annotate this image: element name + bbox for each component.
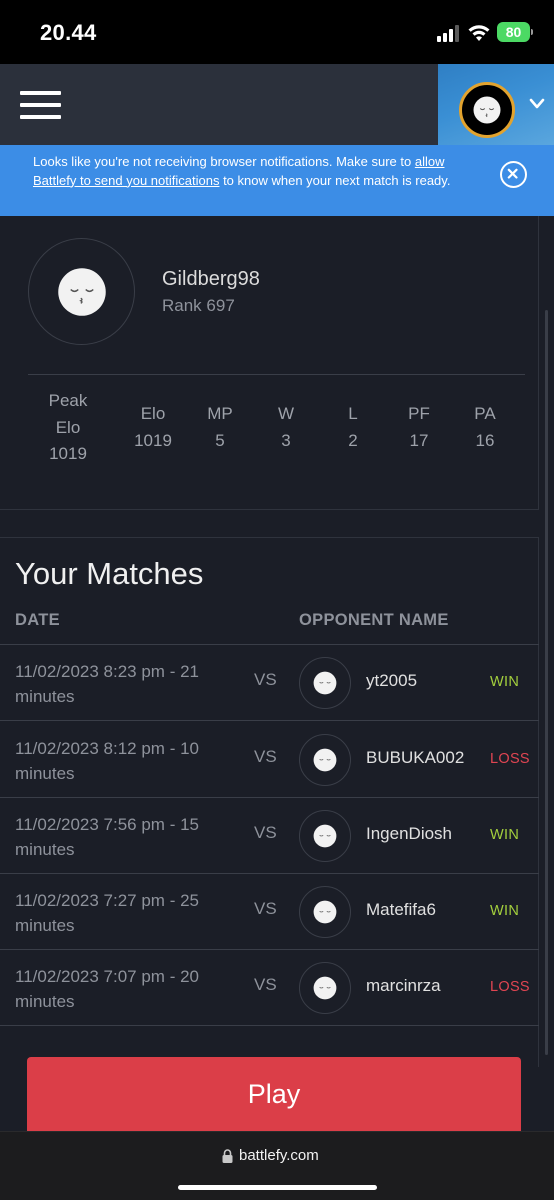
match-result: WIN [490, 674, 520, 690]
avatar-face-icon [473, 96, 501, 124]
stat-label: Peak [48, 391, 88, 410]
signal-icon [437, 25, 461, 42]
opponent-avatar[interactable] [299, 962, 351, 1014]
opponent-name[interactable]: BUBUKA002 [366, 748, 464, 768]
match-result: LOSS [490, 751, 530, 767]
stat-value: 2 [348, 430, 358, 450]
stat-label: MP [207, 404, 233, 423]
avatar-face-icon [313, 748, 337, 772]
opponent-avatar[interactable] [299, 886, 351, 938]
rank: Rank 697 [162, 296, 235, 315]
avatar-face-icon [313, 976, 337, 1000]
avatar-face-icon [57, 267, 106, 316]
vs-label: VS [254, 975, 277, 994]
opponent-avatar[interactable] [299, 810, 351, 862]
stat-value: 1019 [134, 430, 172, 450]
stat-pf: PF 17 [394, 401, 444, 454]
chevron-down-icon [529, 98, 545, 109]
stat-w: W 3 [261, 401, 311, 454]
notification-banner: Looks like you're not receiving browser … [0, 145, 554, 216]
close-icon[interactable] [500, 161, 527, 188]
matches-title: Your Matches [15, 556, 204, 591]
table-row[interactable]: 11/02/2023 8:23 pm - 21 minutes VS yt2005 W… [0, 645, 539, 721]
battery-tip [531, 29, 533, 35]
table-row[interactable]: 11/02/2023 8:12 pm - 10 minutes VS BUBUKA0… [0, 722, 539, 798]
url-text: battlefy.com [239, 1147, 319, 1164]
match-result: LOSS [490, 979, 530, 995]
battery-icon: 80 [497, 22, 530, 42]
account-menu[interactable] [438, 64, 554, 145]
stat-label: PA [474, 404, 496, 423]
vs-label: VS [254, 899, 277, 918]
stat-value: 17 [409, 430, 429, 450]
stat-peak-elo: Peak Elo 1019 [40, 388, 96, 468]
match-result: WIN [490, 903, 520, 919]
opponent-avatar[interactable] [299, 734, 351, 786]
avatar-face-icon [313, 824, 337, 848]
scrollbar[interactable] [545, 310, 548, 1055]
stat-value: 16 [475, 430, 495, 450]
vs-label: VS [254, 670, 277, 689]
menu-icon[interactable] [20, 91, 61, 119]
notification-text-after: to know when your next match is ready. [219, 172, 451, 188]
status-time: 20.44 [40, 20, 97, 45]
profile-avatar [28, 238, 135, 345]
match-date: 11/02/2023 7:27 pm - 25 minutes [15, 891, 199, 935]
opponent-column-header: OPPONENT NAME [299, 611, 449, 629]
play-button[interactable]: Play [27, 1057, 521, 1132]
vs-label: VS [254, 823, 277, 842]
notification-text-before: Looks like you're not receiving browser … [33, 154, 415, 169]
status-bar: 20.44 80 [0, 0, 554, 64]
url-bar[interactable]: battlefy.com [222, 1147, 319, 1164]
stat-pa: PA 16 [460, 401, 510, 454]
stat-value: 3 [281, 430, 291, 450]
stat-elo: Elo 1019 [125, 401, 181, 454]
table-row[interactable]: 11/02/2023 7:56 pm - 15 minutes VS IngenDi… [0, 798, 539, 874]
stat-label: Elo [55, 417, 81, 437]
site-header [0, 64, 554, 145]
opponent-name[interactable]: IngenDiosh [366, 824, 452, 844]
match-date: 11/02/2023 7:07 pm - 20 minutes [15, 967, 199, 1011]
stat-value: 1019 [49, 444, 87, 463]
lock-icon [222, 1148, 233, 1163]
opponent-name[interactable]: marcinrza [366, 976, 441, 996]
opponent-avatar[interactable] [299, 657, 351, 709]
opponent-name[interactable]: Matefifa6 [366, 900, 436, 920]
opponent-name[interactable]: yt2005 [366, 671, 417, 691]
date-column-header: DATE [15, 611, 60, 629]
avatar [459, 82, 515, 138]
stat-mp: MP 5 [195, 401, 245, 454]
stat-l: L 2 [328, 401, 378, 454]
stat-label: W [277, 404, 295, 423]
match-date: 11/02/2023 8:23 pm - 21 minutes [15, 662, 199, 706]
stats-divider [28, 374, 525, 375]
notification-text: Looks like you're not receiving browser … [33, 153, 469, 190]
vs-label: VS [254, 747, 277, 766]
table-row[interactable]: 11/02/2023 7:07 pm - 20 minutes VS marcinr… [0, 950, 539, 1026]
match-date: 11/02/2023 7:56 pm - 15 minutes [15, 815, 199, 859]
stat-label: L [348, 404, 358, 423]
wifi-icon [468, 25, 490, 41]
username: Gildberg98 [162, 268, 260, 290]
avatar-face-icon [313, 671, 337, 695]
match-date: 11/02/2023 8:12 pm - 10 minutes [15, 739, 199, 783]
table-row[interactable]: 11/02/2023 7:27 pm - 25 minutes VS Matefif… [0, 874, 539, 950]
avatar-face-icon [313, 900, 337, 924]
stat-value: 5 [215, 430, 225, 450]
stat-label: Elo [140, 404, 166, 423]
match-result: WIN [490, 827, 520, 843]
stat-label: PF [408, 404, 430, 423]
home-indicator [178, 1185, 377, 1190]
